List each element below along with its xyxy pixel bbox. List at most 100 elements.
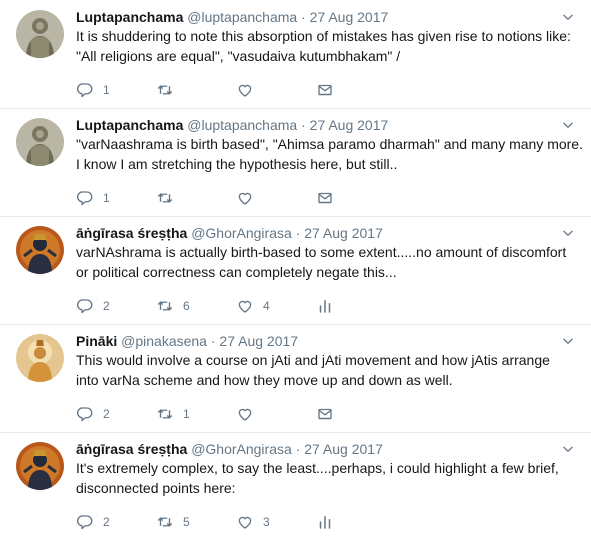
like-button[interactable] [236,188,271,208]
direct-message-button[interactable] [316,404,334,424]
tweet-text-line: It's extremely complex, to say the least… [76,460,559,476]
reply-count: 2 [103,407,110,421]
tweet[interactable]: āṅgīrasa śreṣṭha @GhorAngirasa · 27 Aug … [0,432,591,540]
display-name[interactable]: Luptapanchama [76,117,183,133]
like-button[interactable] [236,404,271,424]
tweet-text: This would involve a course on jAti and … [76,350,575,390]
timestamp[interactable]: 27 Aug 2017 [310,117,389,133]
tweet-actions: 2 6 4 [76,296,376,316]
reply-button[interactable]: 2 [76,296,111,316]
tweet-text: "varNaashrama is birth based", "Ahimsa p… [76,134,583,174]
separator-dot: · [291,225,305,241]
reply-icon [76,297,94,315]
chevron-down-icon[interactable] [561,226,575,240]
tweet-text-line: into varNa scheme and how they move up a… [76,372,453,388]
reply-icon [76,513,94,531]
direct-message-button[interactable] [316,80,334,100]
reply-icon [76,81,94,99]
timestamp[interactable]: 27 Aug 2017 [310,9,389,25]
user-handle[interactable]: @GhorAngirasa [191,441,292,457]
separator-dot: · [206,333,220,349]
retweet-icon [156,81,174,99]
tweet-actions: 2 5 3 [76,512,376,532]
heart-icon [236,189,254,207]
retweet-button[interactable]: 1 [156,404,191,424]
tweet[interactable]: Pināki @pinakasena · 27 Aug 2017 This wou… [0,324,591,433]
analytics-button[interactable] [316,296,334,316]
retweet-icon [156,405,174,423]
reply-button[interactable]: 1 [76,188,111,208]
tweet-text: It's extremely complex, to say the least… [76,458,575,498]
chevron-down-icon[interactable] [561,10,575,24]
envelope-icon [316,189,334,207]
heart-icon [236,513,254,531]
user-handle[interactable]: @GhorAngirasa [191,225,292,241]
analytics-button[interactable] [316,512,334,532]
retweet-button[interactable]: 5 [156,512,191,532]
tweet[interactable]: Luptapanchama @luptapanchama · 27 Aug 20… [0,108,591,217]
tweet-text: varNAshrama is actually birth-based to s… [76,242,575,282]
reply-button[interactable]: 2 [76,404,111,424]
reply-icon [76,405,94,423]
user-handle[interactable]: @luptapanchama [187,117,297,133]
retweet-count: 6 [183,299,190,313]
retweet-button[interactable]: 6 [156,296,191,316]
retweet-icon [156,297,174,315]
retweet-button[interactable] [156,80,191,100]
tweet-header: Luptapanchama @luptapanchama · 27 Aug 20… [76,8,551,26]
avatar[interactable] [16,10,64,58]
tweet-header: āṅgīrasa śreṣṭha @GhorAngirasa · 27 Aug … [76,440,551,458]
tweet-header: Pināki @pinakasena · 27 Aug 2017 [76,332,551,350]
tweet[interactable]: āṅgīrasa śreṣṭha @GhorAngirasa · 27 Aug … [0,216,591,325]
heart-icon [236,81,254,99]
reply-button[interactable]: 1 [76,80,111,100]
retweet-button[interactable] [156,188,191,208]
direct-message-button[interactable] [316,188,334,208]
like-button[interactable]: 3 [236,512,271,532]
reply-count: 1 [103,83,110,97]
tweet-header: Luptapanchama @luptapanchama · 27 Aug 20… [76,116,551,134]
tweet-text-line: disconnected points here: [76,480,236,496]
display-name[interactable]: Luptapanchama [76,9,183,25]
reply-button[interactable]: 2 [76,512,111,532]
timestamp[interactable]: 27 Aug 2017 [219,333,298,349]
retweet-count: 5 [183,515,190,529]
tweet-text-line: It is shuddering to note this absorption… [76,28,571,44]
like-button[interactable] [236,80,271,100]
timestamp[interactable]: 27 Aug 2017 [304,225,383,241]
envelope-icon [316,81,334,99]
reply-count: 2 [103,299,110,313]
tweet-text-line: or political correctness can completely … [76,264,397,280]
avatar[interactable] [16,334,64,382]
display-name[interactable]: āṅgīrasa śreṣṭha [76,441,187,457]
like-count: 3 [263,515,270,529]
timestamp[interactable]: 27 Aug 2017 [304,441,383,457]
analytics-icon [316,297,334,315]
user-handle[interactable]: @pinakasena [121,333,207,349]
retweet-icon [156,189,174,207]
heart-icon [236,405,254,423]
like-button[interactable]: 4 [236,296,271,316]
envelope-icon [316,405,334,423]
display-name[interactable]: āṅgīrasa śreṣṭha [76,225,187,241]
tweet-header: āṅgīrasa śreṣṭha @GhorAngirasa · 27 Aug … [76,224,551,242]
chevron-down-icon[interactable] [561,334,575,348]
chevron-down-icon[interactable] [561,118,575,132]
retweet-icon [156,513,174,531]
tweet[interactable]: Luptapanchama @luptapanchama · 27 Aug 20… [0,0,591,109]
analytics-icon [316,513,334,531]
like-count: 4 [263,299,270,313]
tweet-text-line: "varNaashrama is birth based", "Ahimsa p… [76,136,583,152]
separator-dot: · [297,9,310,25]
chevron-down-icon[interactable] [561,442,575,456]
separator-dot: · [291,441,305,457]
avatar[interactable] [16,226,64,274]
separator-dot: · [297,117,310,133]
reply-count: 2 [103,515,110,529]
tweet-text-line: "All religions are equal", "vasudaiva ku… [76,48,401,64]
avatar[interactable] [16,118,64,166]
user-handle[interactable]: @luptapanchama [187,9,297,25]
display-name[interactable]: Pināki [76,333,117,349]
avatar[interactable] [16,442,64,490]
tweet-actions: 21 [76,404,376,424]
